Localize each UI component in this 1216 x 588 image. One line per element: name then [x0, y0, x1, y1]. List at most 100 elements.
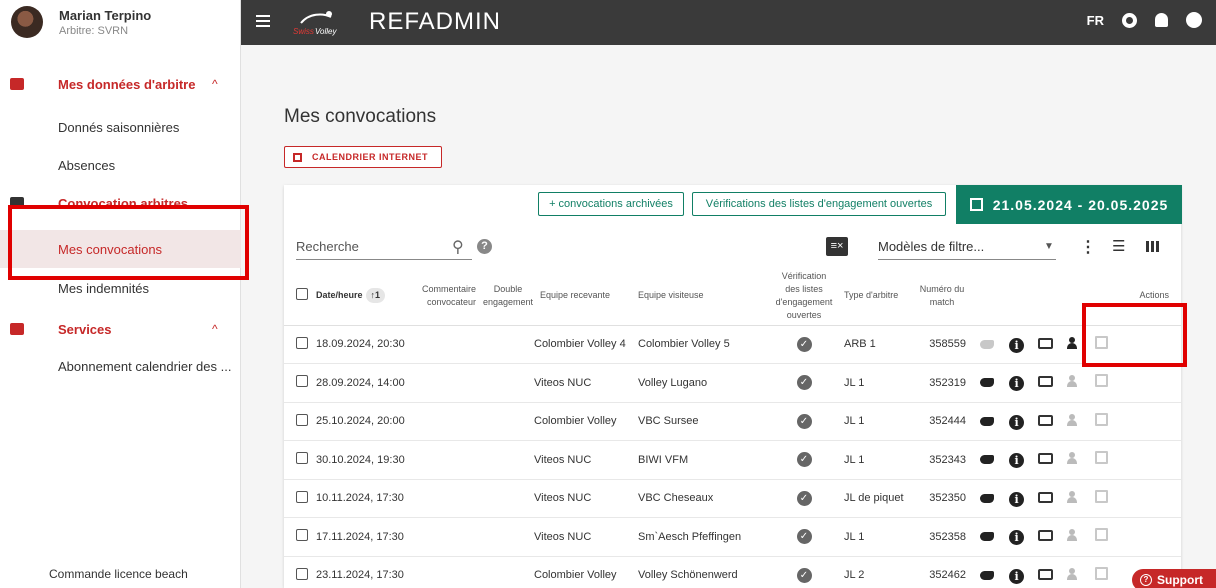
- filter-icon[interactable]: ☰: [1112, 237, 1125, 255]
- calendar-icon[interactable]: [1095, 528, 1109, 542]
- search-input[interactable]: Recherche: [296, 239, 359, 254]
- calendar-icon[interactable]: [1095, 412, 1109, 426]
- account-icon[interactable]: [1186, 12, 1202, 28]
- row-checkbox[interactable]: [296, 529, 308, 542]
- person-settings-icon[interactable]: [1067, 490, 1081, 503]
- bell-icon[interactable]: [1155, 13, 1168, 27]
- whistle-icon[interactable]: [980, 378, 994, 388]
- header-home[interactable]: Equipe recevante: [534, 267, 638, 326]
- person-settings-icon[interactable]: [1067, 567, 1081, 580]
- section-services[interactable]: Services ^: [0, 318, 241, 340]
- header-away[interactable]: Equipe visiteuse: [638, 267, 774, 326]
- info-icon[interactable]: i: [1009, 376, 1025, 392]
- header-comment[interactable]: Commentaire convocateur: [416, 267, 482, 326]
- info-icon[interactable]: i: [1009, 337, 1025, 353]
- cell-home: Colombier Volley 4: [534, 325, 638, 364]
- menu-icon[interactable]: [256, 15, 270, 29]
- car-icon[interactable]: [1038, 337, 1054, 349]
- table-row[interactable]: 17.11.2024, 17:30 Viteos NUC Sm`Aesch Pf…: [284, 517, 1181, 557]
- car-icon[interactable]: [1038, 530, 1054, 542]
- whistle-icon[interactable]: [980, 339, 994, 349]
- table-row[interactable]: 23.11.2024, 17:30 Colombier Volley Volle…: [284, 556, 1181, 588]
- person-settings-icon[interactable]: [1067, 413, 1081, 426]
- date-range-label: 21.05.2024 - 20.05.2025: [992, 196, 1169, 213]
- calendar-icon[interactable]: [1095, 451, 1109, 465]
- filter-models-select[interactable]: Modèles de filtre...: [878, 239, 984, 254]
- table-row[interactable]: 10.11.2024, 17:30 Viteos NUC VBC Cheseau…: [284, 479, 1181, 518]
- info-icon[interactable]: i: [1009, 453, 1025, 469]
- person-settings-icon[interactable]: [1067, 336, 1081, 349]
- header-date[interactable]: Date/heure ↑1: [316, 267, 416, 326]
- row-checkbox[interactable]: [296, 567, 308, 580]
- search-icon[interactable]: ⚲: [452, 237, 464, 257]
- sort-badge[interactable]: ↑1: [365, 288, 386, 304]
- cell-home: Colombier Volley: [534, 556, 638, 588]
- calendar-icon[interactable]: [1095, 566, 1109, 580]
- person-settings-icon[interactable]: [1067, 529, 1081, 542]
- gear-icon[interactable]: [1122, 12, 1137, 28]
- whistle-icon[interactable]: [980, 570, 994, 580]
- info-icon[interactable]: i: [1009, 491, 1025, 507]
- section-mes-donnees[interactable]: Mes données d'arbitre ^: [0, 73, 241, 95]
- app-title: REFADMIN: [369, 8, 502, 35]
- row-checkbox[interactable]: [296, 452, 308, 465]
- cell-home: Colombier Volley: [534, 402, 638, 441]
- car-icon[interactable]: [1038, 568, 1054, 580]
- more-vert-icon[interactable]: ⋮: [1080, 237, 1096, 257]
- header-match-no[interactable]: Numéro du match: [914, 267, 970, 326]
- cell-comment: [416, 479, 482, 518]
- help-icon[interactable]: ?: [477, 239, 492, 254]
- language-selector[interactable]: FR: [1087, 13, 1104, 28]
- person-settings-icon[interactable]: [1067, 375, 1081, 388]
- verify-lists-button[interactable]: Vérifications des listes d'engagement ou…: [692, 192, 946, 216]
- columns-icon[interactable]: [1146, 241, 1159, 252]
- select-all-checkbox[interactable]: [296, 287, 308, 300]
- header-double[interactable]: Double engagement: [482, 267, 534, 326]
- info-icon[interactable]: i: [1009, 568, 1025, 584]
- whistle-icon[interactable]: [980, 416, 994, 426]
- table-row[interactable]: 25.10.2024, 20:00 Colombier Volley VBC S…: [284, 402, 1181, 441]
- table-row[interactable]: 30.10.2024, 19:30 Viteos NUC BIWI VFM ✓ …: [284, 440, 1181, 480]
- whistle-icon[interactable]: [980, 532, 994, 542]
- date-range-button[interactable]: 21.05.2024 - 20.05.2025: [956, 185, 1182, 224]
- person-settings-icon[interactable]: [1067, 452, 1081, 465]
- support-button[interactable]: ? Support: [1132, 569, 1216, 588]
- cell-match-no: 352343: [914, 440, 970, 480]
- row-checkbox[interactable]: [296, 375, 308, 388]
- row-checkbox[interactable]: [296, 490, 308, 503]
- archived-convocations-button[interactable]: + convocations archivées: [538, 192, 684, 216]
- cell-type: JL de piquet: [834, 479, 914, 518]
- cell-match-no: 352444: [914, 402, 970, 441]
- sidebar-item-absences[interactable]: Absences: [0, 146, 241, 184]
- cell-date: 28.09.2024, 14:00: [316, 363, 416, 403]
- row-checkbox[interactable]: [296, 413, 308, 426]
- cell-home: Viteos NUC: [534, 363, 638, 403]
- info-icon[interactable]: i: [1009, 530, 1025, 546]
- header-type[interactable]: Type d'arbitre: [834, 267, 914, 326]
- highlight-box: [1082, 303, 1187, 367]
- car-icon[interactable]: [1038, 376, 1054, 388]
- clear-filter-icon[interactable]: ≡×: [826, 237, 848, 256]
- cell-date: 18.09.2024, 20:30: [316, 325, 416, 364]
- calendar-internet-button[interactable]: CALENDRIER INTERNET: [284, 146, 442, 168]
- highlight-box: [8, 205, 249, 280]
- calendar-icon[interactable]: [1095, 489, 1109, 503]
- calendar-icon: [969, 198, 983, 211]
- caret-down-icon[interactable]: ▼: [1044, 241, 1054, 252]
- car-icon[interactable]: [1038, 453, 1054, 465]
- info-icon[interactable]: i: [1009, 414, 1025, 430]
- table-row[interactable]: 28.09.2024, 14:00 Viteos NUC Volley Luga…: [284, 363, 1181, 403]
- whistle-icon[interactable]: [980, 455, 994, 465]
- car-icon[interactable]: [1038, 414, 1054, 426]
- check-circle-icon: ✓: [796, 413, 812, 429]
- sidebar-item-abonnement[interactable]: Abonnement calendrier des ...: [0, 347, 241, 385]
- row-checkbox[interactable]: [296, 336, 308, 349]
- table-row[interactable]: 18.09.2024, 20:30 Colombier Volley 4 Col…: [284, 325, 1181, 364]
- whistle-icon[interactable]: [980, 493, 994, 503]
- sidebar-item-donnees[interactable]: Donnés saisonnières: [0, 108, 241, 146]
- calendar-icon[interactable]: [1095, 374, 1109, 388]
- car-icon[interactable]: [1038, 491, 1054, 503]
- user-header[interactable]: Marian Terpino Arbitre: SVRN: [0, 0, 240, 44]
- header-verification[interactable]: Vérification des listes d'engagement ouv…: [774, 267, 834, 326]
- sidebar-item-licence-beach[interactable]: Commande licence beach: [49, 567, 188, 581]
